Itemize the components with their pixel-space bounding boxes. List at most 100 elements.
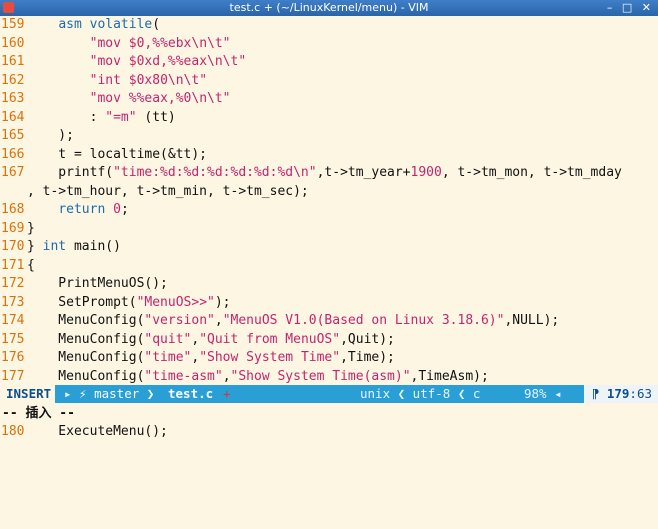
code-line[interactable]: 176 MenuConfig("time","Show System Time"… bbox=[0, 349, 658, 368]
code-line[interactable]: 166 t = localtime(&tt); bbox=[0, 146, 658, 165]
code-token: ( bbox=[152, 17, 161, 32]
code-line[interactable]: 173 SetPrompt("MenuOS>>"); bbox=[0, 294, 658, 313]
code-line[interactable]: 161 "mov $0xd,%%eax\n\t" bbox=[0, 53, 658, 72]
code-line[interactable]: 174 MenuConfig("version","MenuOS V1.0(Ba… bbox=[0, 312, 658, 331]
code-token: "mov %%eax,%0\n\t" bbox=[89, 91, 231, 106]
line-number: 171 bbox=[1, 257, 25, 273]
line-number: 175 bbox=[1, 331, 25, 347]
mode-indicator: INSERT bbox=[0, 385, 56, 403]
code-line[interactable]: 168 return 0; bbox=[0, 201, 658, 220]
code-token: "MenuOS>>" bbox=[136, 294, 215, 310]
cursor-line: 179 bbox=[606, 386, 630, 401]
line-number: 173 bbox=[1, 294, 25, 310]
code-line[interactable]: , t->tm_hour, t->tm_min, t->tm_sec); bbox=[0, 183, 658, 202]
code-token: main() bbox=[66, 239, 121, 254]
code-token: MenuConfig( bbox=[27, 331, 145, 347]
line-number: 177 bbox=[1, 368, 25, 384]
code-line[interactable]: 159 asm volatile( bbox=[0, 16, 658, 35]
code-token: } bbox=[27, 239, 35, 254]
scroll-percent: 98% ◂ bbox=[524, 386, 562, 401]
code-token: int bbox=[34, 239, 67, 254]
code-line[interactable]: 177 MenuConfig("time-asm","Show System T… bbox=[0, 368, 658, 387]
code-token: , t->tm_mon, t->tm_mday bbox=[441, 165, 622, 180]
code-token: ,NULL); bbox=[504, 313, 560, 328]
line-number: 172 bbox=[1, 276, 25, 291]
code-token: "mov $0,%%ebx\n\t" bbox=[89, 35, 231, 51]
status-line: INSERT ▸ ⚡ master ❯ test.c + unix ❮ utf-… bbox=[0, 385, 658, 403]
cursor-position: ⁋ 179:63 bbox=[583, 385, 658, 403]
code-token: "time-asm" bbox=[144, 368, 223, 384]
file-name: test.c bbox=[168, 386, 214, 401]
code-token: ,Quit); bbox=[340, 331, 395, 347]
code-token: "quit" bbox=[144, 331, 192, 347]
code-token: ); bbox=[27, 128, 74, 143]
line-number: 165 bbox=[1, 128, 25, 143]
line-number: 169 bbox=[1, 220, 25, 236]
code-token: "=m" bbox=[105, 109, 137, 125]
code-token: "Show System Time" bbox=[199, 350, 341, 365]
code-line[interactable]: 164 : "=m" (tt) bbox=[0, 109, 658, 128]
code-line[interactable]: 175 MenuConfig("quit","Quit from MenuOS"… bbox=[0, 331, 658, 350]
line-number: 159 bbox=[1, 17, 25, 32]
vim-app-icon[interactable] bbox=[3, 2, 14, 13]
code-token: , bbox=[214, 313, 223, 328]
line-number: 163 bbox=[1, 91, 25, 106]
line-number: 166 bbox=[1, 146, 25, 162]
line-number: 162 bbox=[1, 72, 25, 88]
code-token: "mov $0xd,%%eax\n\t" bbox=[89, 54, 247, 69]
code-line[interactable]: 180 ExecuteMenu(); bbox=[0, 423, 658, 442]
line-number: 160 bbox=[1, 35, 25, 51]
file-format: unix ❮ utf-8 ❮ c bbox=[360, 386, 488, 401]
code-line[interactable]: 160 "mov $0,%%ebx\n\t" bbox=[0, 35, 658, 54]
code-token: "version" bbox=[144, 313, 215, 328]
code-token: "Show System Time(asm)" bbox=[230, 368, 411, 384]
command-line[interactable]: -- 插入 -- bbox=[0, 403, 658, 424]
code-token: PrintMenuOS(); bbox=[27, 276, 168, 291]
code-token: SetPrompt( bbox=[27, 294, 137, 310]
line-number: 161 bbox=[1, 54, 25, 69]
code-line[interactable]: 170} int main() bbox=[0, 238, 658, 257]
code-token: : bbox=[27, 109, 106, 125]
code-token: ,TimeAsm); bbox=[410, 368, 489, 384]
git-branch: ▸ ⚡ master ❯ bbox=[64, 386, 155, 401]
window-titlebar[interactable]: test.c + (~/LinuxKernel/menu) - VIM – □ … bbox=[0, 0, 658, 16]
code-token: , bbox=[222, 368, 231, 384]
code-token: "MenuOS V1.0(Based on Linux 3.18.6)" bbox=[222, 313, 505, 328]
line-number: 176 bbox=[1, 350, 25, 365]
code-token: t = localtime(&tt); bbox=[27, 146, 208, 162]
code-token: ; bbox=[120, 202, 129, 217]
code-token: { bbox=[27, 257, 35, 273]
code-line[interactable]: 171{ bbox=[0, 257, 658, 276]
window-controls[interactable]: – □ ✕ bbox=[607, 0, 654, 16]
code-line[interactable]: 172 PrintMenuOS(); bbox=[0, 275, 658, 294]
code-line[interactable]: 162 "int $0x80\n\t" bbox=[0, 72, 658, 91]
code-token: return bbox=[58, 202, 106, 217]
code-line[interactable]: 167 printf("time:%d:%d:%d:%d:%d:%d\n",t-… bbox=[0, 164, 658, 183]
code-token: 0 bbox=[113, 202, 121, 217]
code-line[interactable]: 165 ); bbox=[0, 127, 658, 146]
modified-flag: + bbox=[223, 386, 231, 401]
code-token: ,Time); bbox=[340, 350, 395, 365]
code-token: (tt) bbox=[136, 109, 176, 125]
code-line[interactable]: 163 "mov %%eax,%0\n\t" bbox=[0, 90, 658, 109]
cursor-column: :63 bbox=[629, 386, 652, 401]
line-number: 174 bbox=[1, 313, 25, 328]
line-number: 164 bbox=[1, 109, 25, 125]
code-token: , t->tm_hour, t->tm_min, t->tm_sec); bbox=[27, 183, 309, 199]
code-token: ExecuteMenu(); bbox=[27, 424, 168, 439]
code-token: ,t->tm_year+ bbox=[316, 165, 411, 180]
code-token: "time" bbox=[144, 350, 192, 365]
code-line[interactable]: 169} bbox=[0, 220, 658, 239]
line-number: 167 bbox=[1, 165, 25, 180]
code-token: "time:%d:%d:%d:%d:%d:%d\n" bbox=[113, 165, 317, 180]
position-prefix: ⁋ bbox=[591, 386, 607, 401]
line-number: 170 bbox=[1, 239, 25, 254]
editor-buffer[interactable]: 159 asm volatile(160 "mov $0,%%ebx\n\t" 1… bbox=[0, 16, 658, 439]
code-token: "int $0x80\n\t" bbox=[89, 72, 208, 88]
